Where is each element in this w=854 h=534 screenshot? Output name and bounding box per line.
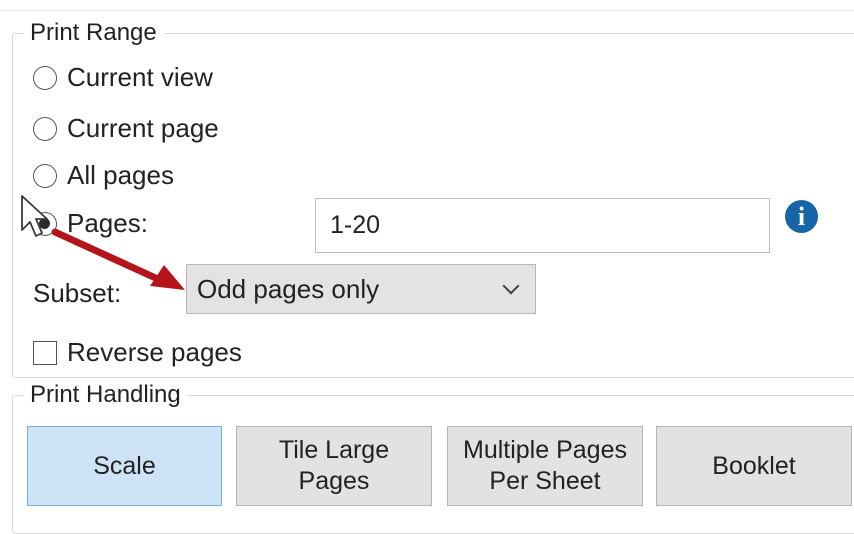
pages-range-input[interactable] [315, 198, 770, 253]
subset-label: Subset: [33, 278, 122, 308]
chevron-down-icon [502, 277, 520, 295]
radio-label-current-view: Current view [67, 62, 213, 92]
checkbox[interactable] [33, 340, 57, 365]
radio-label-pages: Pages: [67, 208, 148, 238]
radio-label-all-pages: All pages [67, 160, 174, 190]
subset-dropdown[interactable]: Odd pages only [186, 264, 536, 314]
radio-button[interactable] [33, 65, 57, 90]
radio-label-current-page: Current page [67, 113, 219, 143]
radio-button[interactable] [33, 163, 57, 188]
info-icon[interactable]: i [785, 200, 818, 233]
print-handling-legend: Print Handling [30, 381, 181, 408]
radio-current-view[interactable]: Current view [33, 62, 213, 93]
radio-all-pages[interactable]: All pages [33, 160, 174, 191]
booklet-button[interactable]: Booklet [656, 426, 852, 506]
reverse-pages-label: Reverse pages [67, 337, 242, 367]
reverse-pages-checkbox[interactable]: Reverse pages [33, 337, 242, 368]
print-range-legend: Print Range [30, 19, 157, 46]
radio-button[interactable] [33, 116, 57, 141]
scale-button[interactable]: Scale [27, 426, 222, 506]
multiple-pages-per-sheet-button[interactable]: Multiple Pages Per Sheet [447, 426, 643, 506]
tile-large-pages-button[interactable]: Tile Large Pages [236, 426, 432, 506]
radio-current-page[interactable]: Current page [33, 113, 219, 144]
top-divider [0, 10, 854, 11]
radio-button-selected[interactable] [33, 211, 57, 236]
radio-pages[interactable]: Pages: [33, 208, 148, 239]
subset-dropdown-value: Odd pages only [197, 273, 380, 304]
